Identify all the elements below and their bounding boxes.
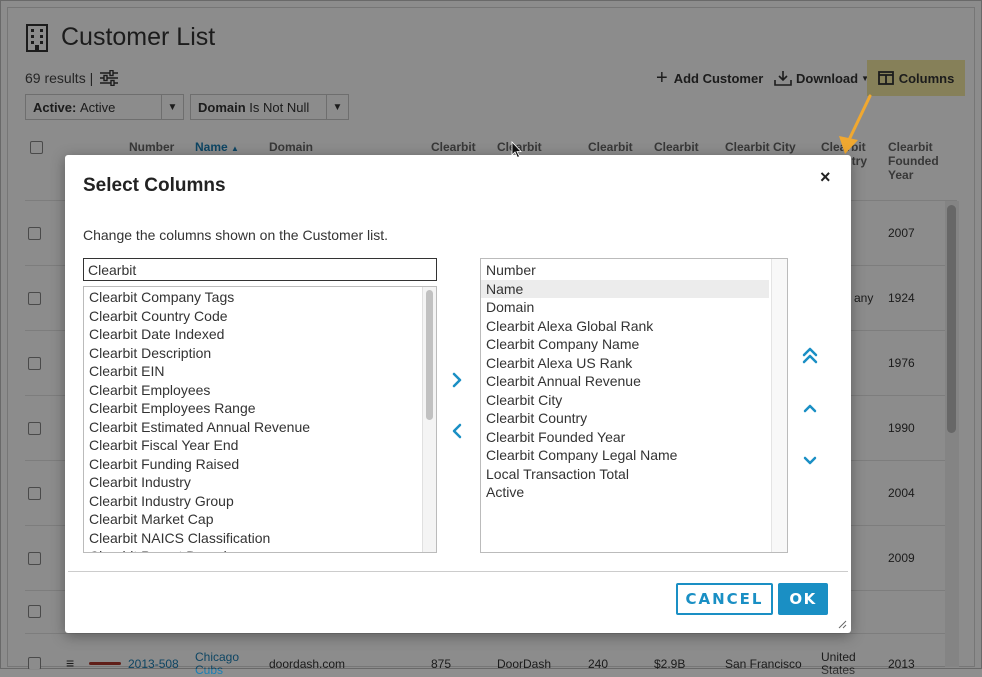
selected-column-item[interactable]: Name [481, 279, 769, 298]
available-column-item[interactable]: Clearbit Market Cap [84, 510, 422, 529]
chevron-up-icon[interactable] [799, 397, 821, 419]
selected-column-item[interactable]: Domain [481, 298, 769, 317]
chevron-down-icon[interactable] [799, 449, 821, 471]
dialog-title: Select Columns [83, 175, 226, 196]
available-column-item[interactable]: Clearbit Estimated Annual Revenue [84, 418, 422, 437]
available-columns-list[interactable]: Clearbit Company Tags Clearbit Country Co… [83, 286, 437, 553]
dialog-description: Change the columns shown on the Customer… [83, 227, 389, 243]
mouse-cursor-icon [511, 141, 522, 159]
double-chevron-up-icon[interactable] [799, 345, 821, 367]
selected-column-item[interactable]: Number [481, 261, 769, 280]
available-column-item[interactable]: Clearbit Country Code [84, 307, 422, 326]
available-column-item[interactable]: Clearbit EIN [84, 362, 422, 381]
available-column-item[interactable]: Clearbit Employees Range [84, 399, 422, 418]
close-icon[interactable]: × [820, 167, 831, 188]
selected-column-item[interactable]: Clearbit Company Legal Name [481, 446, 769, 465]
selected-column-item[interactable]: Clearbit Country [481, 409, 769, 428]
selected-column-item[interactable]: Clearbit Annual Revenue [481, 372, 769, 391]
column-search-input[interactable] [83, 258, 437, 281]
selected-column-item[interactable]: Clearbit Alexa Global Rank [481, 317, 769, 336]
available-column-item[interactable]: Clearbit Industry [84, 473, 422, 492]
available-column-item[interactable]: Clearbit Date Indexed [84, 325, 422, 344]
list-scrollbar[interactable] [771, 259, 787, 552]
ok-button[interactable]: OK [778, 583, 828, 615]
available-items: Clearbit Company Tags Clearbit Country Co… [84, 288, 422, 552]
selected-column-item[interactable]: Active [481, 483, 769, 502]
selected-column-item[interactable]: Local Transaction Total [481, 465, 769, 484]
annotation-arrow-icon [839, 94, 872, 154]
available-column-item[interactable]: Clearbit Industry Group [84, 492, 422, 511]
available-column-item[interactable]: Clearbit NAICS Classification [84, 529, 422, 548]
selected-column-item[interactable]: Clearbit Company Name [481, 335, 769, 354]
selected-column-item[interactable]: Clearbit City [481, 391, 769, 410]
dialog-footer-divider [68, 571, 848, 572]
available-column-item[interactable]: Clearbit Employees [84, 381, 422, 400]
selected-column-item[interactable]: Clearbit Founded Year [481, 428, 769, 447]
resize-handle-icon[interactable] [837, 619, 847, 629]
available-column-item[interactable]: Clearbit Fiscal Year End [84, 436, 422, 455]
list-scrollbar-thumb[interactable] [426, 290, 433, 420]
list-scrollbar[interactable] [422, 287, 436, 552]
selected-items: Number Name Domain Clearbit Alexa Global Ra… [481, 261, 769, 502]
available-column-item[interactable]: Clearbit Funding Raised [84, 455, 422, 474]
selected-column-item[interactable]: Clearbit Alexa US Rank [481, 354, 769, 373]
chevron-right-icon[interactable] [446, 369, 468, 391]
selected-columns-list[interactable]: Number Name Domain Clearbit Alexa Global Ra… [480, 258, 788, 553]
available-column-item[interactable]: Clearbit Description [84, 344, 422, 363]
chevron-left-icon[interactable] [446, 420, 468, 442]
select-columns-dialog: Select Columns × Change the columns show… [65, 155, 851, 633]
available-column-item[interactable]: Clearbit Parent Domain [84, 547, 422, 552]
cancel-button[interactable]: CANCEL [676, 583, 773, 615]
available-column-item[interactable]: Clearbit Company Tags [84, 288, 422, 307]
